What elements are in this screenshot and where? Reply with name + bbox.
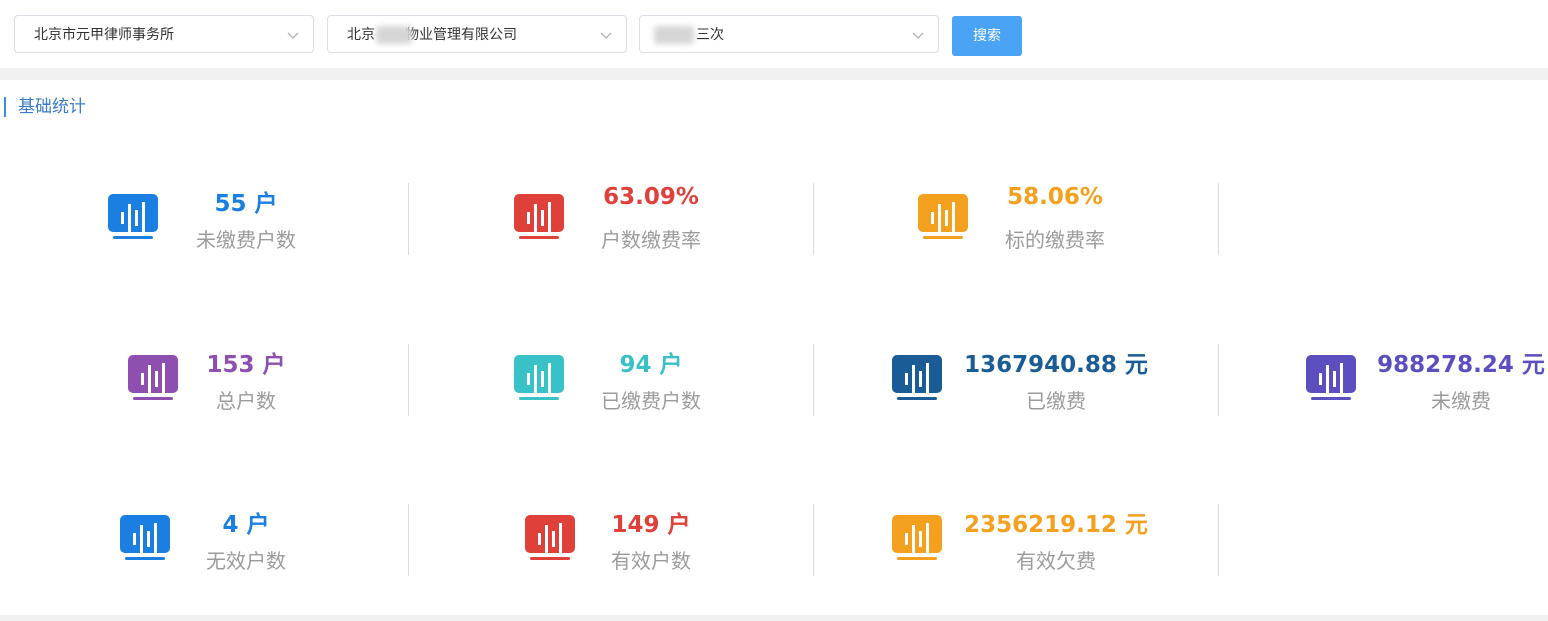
firm-select[interactable]: 北京市元甲律师事务所: [14, 15, 314, 53]
stat-label: 有效户数: [611, 549, 691, 573]
company-prefix: 北京: [347, 27, 375, 43]
stat-card: 63.09% 户数缴费率: [400, 182, 760, 252]
stat-value: 2356219.12 元: [964, 512, 1148, 538]
company-select[interactable]: 北京 物业管理有限公司: [327, 15, 627, 53]
stat-label: 未缴费: [1431, 389, 1491, 413]
stat-label: 总户数: [216, 389, 276, 413]
firm-select-value: 北京市元甲律师事务所: [34, 27, 174, 43]
stat-card: 1367940.88 元已缴费: [810, 343, 1170, 413]
stat-value: 149 户: [611, 512, 691, 538]
stat-label: 标的缴费率: [1005, 228, 1105, 252]
filter-bar: 北京市元甲律师事务所 北京 物业管理有限公司 三次 搜索: [0, 0, 1548, 68]
company-select-value: 北京 物业管理有限公司: [347, 16, 517, 54]
stat-label: 已缴费: [1026, 389, 1086, 413]
redacted-text: [654, 26, 694, 44]
stat-card: 55 户未缴费户数: [0, 182, 360, 252]
stat-value: 63.09%: [603, 184, 699, 210]
stat-value: 153 户: [206, 352, 286, 378]
divider: [1218, 183, 1219, 255]
chevron-down-icon: [912, 32, 924, 39]
stat-value: 1367940.88 元: [964, 352, 1148, 378]
stat-value: 55 户: [214, 191, 278, 217]
stat-card: 58.06% 标的缴费率: [810, 182, 1170, 252]
stats-panel: 基础统计 55 户未缴费户数 63.09% 户数缴费率 58.06% 标的缴费率 153 …: [0, 80, 1548, 615]
stat-card: 4 户无效户数: [0, 503, 360, 573]
stat-value: 58.06%: [1007, 184, 1103, 210]
stat-value: 988278.24 元: [1377, 352, 1545, 378]
stat-card: 153 户总户数: [0, 343, 360, 413]
redacted-text: [376, 26, 412, 44]
batch-select[interactable]: 三次: [639, 15, 939, 53]
stat-value: 4 户: [222, 512, 270, 538]
stat-label: 户数缴费率: [601, 228, 701, 252]
batch-select-value: 三次: [696, 27, 724, 43]
divider: [1218, 504, 1219, 576]
stat-label: 无效户数: [206, 549, 286, 573]
chevron-down-icon: [600, 32, 612, 39]
stat-label: 有效欠费: [1016, 549, 1096, 573]
search-button[interactable]: 搜索: [952, 16, 1022, 56]
stat-card: 94 户已缴费户数: [400, 343, 760, 413]
stat-label: 已缴费户数: [601, 389, 701, 413]
stat-value: 94 户: [619, 352, 683, 378]
stat-label: 未缴费户数: [196, 228, 296, 252]
stat-card: 2356219.12 元有效欠费: [810, 503, 1170, 573]
company-suffix: 物业管理有限公司: [405, 27, 517, 43]
chevron-down-icon: [287, 32, 299, 39]
section-title: 基础统计: [4, 97, 86, 117]
stat-card: 149 户有效户数: [400, 503, 760, 573]
stat-card: 988278.24 元未缴费: [1210, 343, 1548, 413]
